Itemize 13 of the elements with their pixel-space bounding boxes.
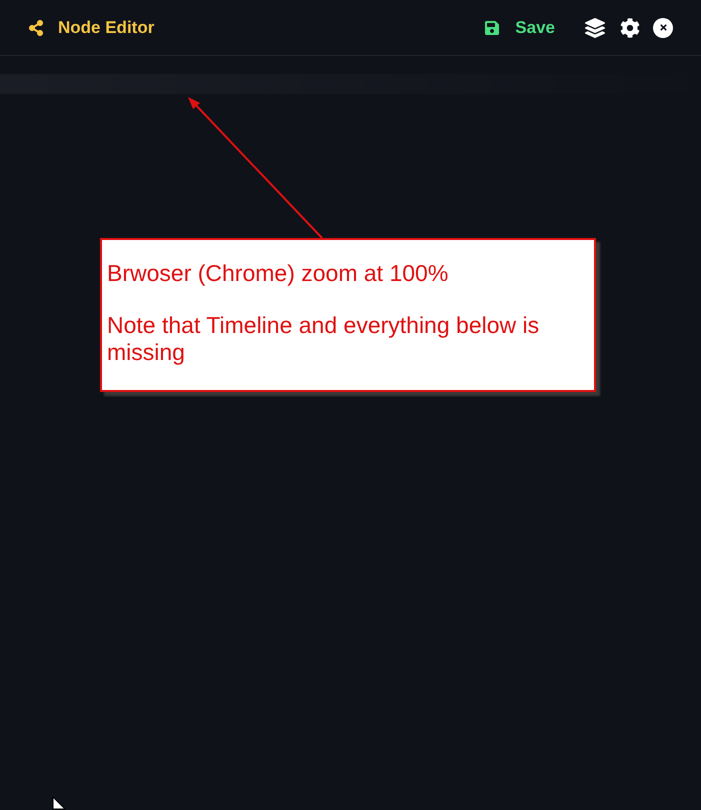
settings-button[interactable] bbox=[620, 18, 640, 38]
layers-button[interactable] bbox=[585, 18, 605, 38]
layers-icon bbox=[585, 18, 605, 38]
close-icon bbox=[658, 23, 668, 32]
save-button[interactable]: Save bbox=[484, 14, 555, 40]
close-button[interactable] bbox=[653, 18, 673, 38]
app-title: Node Editor bbox=[58, 16, 154, 39]
share-icon bbox=[28, 20, 44, 36]
mouse-cursor-icon bbox=[52, 796, 66, 810]
settings-icon bbox=[620, 18, 640, 38]
annotation-text: Brwoser (Chrome) zoom at 100% bbox=[107, 260, 450, 287]
annotation-text: Note that Timeline and everything below is missing bbox=[107, 312, 540, 366]
save-icon bbox=[484, 20, 500, 36]
